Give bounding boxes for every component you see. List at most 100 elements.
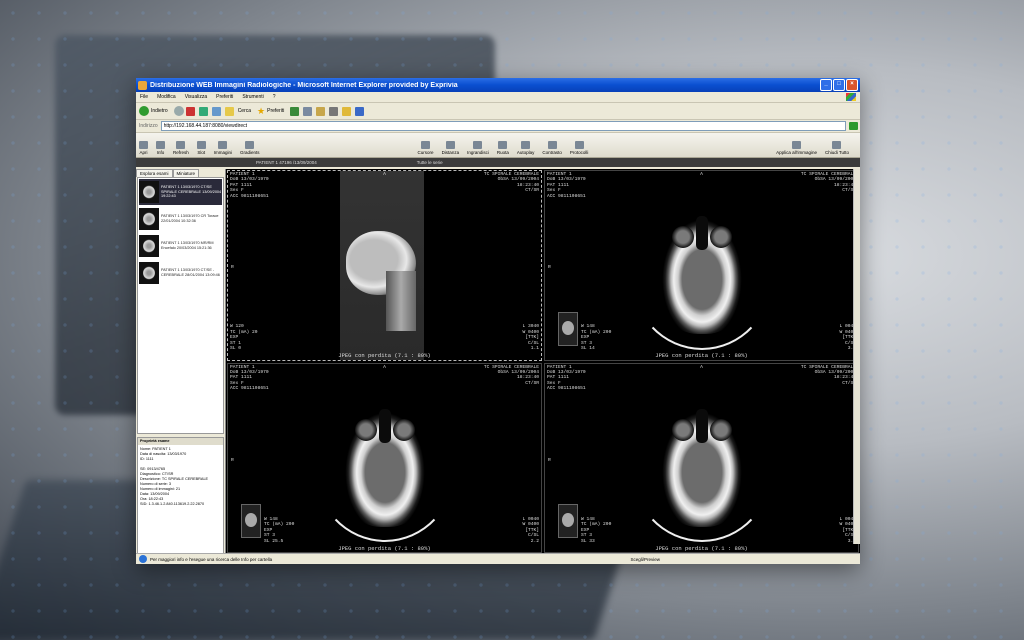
- images-icon: [218, 141, 228, 149]
- layout-icon: [196, 141, 206, 149]
- viewport-info-br: L 3040 W 0400 [TTK] C/SL 1.1: [522, 324, 539, 352]
- favorites-button[interactable]: ★ Preferiti: [257, 106, 284, 117]
- media-icon[interactable]: [290, 106, 300, 116]
- orientation-left: R: [231, 265, 234, 271]
- menu-tools[interactable]: Strumenti: [242, 94, 263, 100]
- minimize-button[interactable]: _: [820, 79, 832, 91]
- status-bar: Per maggiori info e l'esegue una ricerca…: [136, 553, 860, 564]
- forward-button[interactable]: [173, 106, 184, 116]
- status-zone: Scegli/Preview: [630, 556, 660, 562]
- thumbnail-image: [139, 208, 159, 230]
- series-all-label[interactable]: Tutte le serie: [417, 160, 443, 165]
- menu-file[interactable]: File: [140, 94, 148, 100]
- messenger-icon[interactable]: [355, 106, 365, 116]
- play-icon: [521, 141, 531, 149]
- ct-head-slice: [334, 396, 435, 527]
- tool-images[interactable]: Immagini: [214, 141, 232, 155]
- exam-properties: Proprietà esame Nome: PATIENT 1 Data di n…: [137, 437, 224, 554]
- vertical-scrollbar[interactable]: [853, 169, 860, 544]
- viewport-2[interactable]: PATIENT 1 DoB 13/03/1970 PAT 1111 Sex F ACC …: [544, 170, 859, 361]
- series-strip: PATIENT 1 47196 /13/09/2004 Tutte le ser…: [136, 158, 860, 167]
- stop-icon[interactable]: [185, 106, 195, 116]
- close-button[interactable]: ×: [846, 79, 858, 91]
- thumbnail-item[interactable]: PATIENT 1 13/03/1970 CT/SE SPIRALE CEREB…: [139, 179, 222, 205]
- tool-slot[interactable]: Slot: [196, 141, 206, 155]
- address-input[interactable]: [160, 121, 846, 131]
- window-title: Distribuzione WEB Immagini Radiologiche …: [150, 81, 458, 89]
- viewer-toolbar: Apri Info Refresh Slot Immagini Gradient…: [136, 133, 860, 158]
- ie-icon: [139, 555, 147, 563]
- address-bar: Indirizzo: [136, 120, 860, 133]
- menu-favorites[interactable]: Preferiti: [216, 94, 233, 100]
- viewport-4[interactable]: PATIENT 1 DoB 13/03/1970 PAT 1111 Sex F ACC …: [544, 362, 859, 553]
- ct-head-slice: [651, 204, 752, 335]
- search-button[interactable]: Cerca: [224, 106, 252, 116]
- tool-open[interactable]: Apri: [139, 141, 148, 155]
- tool-contrast[interactable]: Contrasto: [542, 141, 562, 155]
- thumbnail-image: [139, 181, 159, 203]
- compression-label: JPEG con perdita (7.1 : 80%): [338, 352, 431, 360]
- home-icon[interactable]: [211, 106, 221, 116]
- thumbnail-list: PATIENT 1 13/03/1970 CT/SE SPIRALE CEREB…: [137, 177, 224, 434]
- folder-icon[interactable]: [342, 106, 352, 116]
- tab-thumbnails[interactable]: Miniature: [172, 169, 200, 177]
- tool-refresh[interactable]: Refresh: [173, 141, 189, 155]
- ct-head-slice: [651, 396, 752, 527]
- scout-thumbnail: [558, 311, 578, 346]
- thumbnail-image: [139, 235, 159, 257]
- address-label: Indirizzo: [139, 123, 158, 129]
- title-bar: Distribuzione WEB Immagini Radiologiche …: [136, 78, 860, 92]
- windows-logo-icon: [846, 93, 856, 101]
- scout-thumbnail: [241, 504, 261, 538]
- tab-explore[interactable]: Esplora esami: [136, 169, 173, 177]
- menu-help[interactable]: ?: [273, 94, 276, 100]
- open-icon: [139, 141, 148, 149]
- properties-title: Proprietà esame: [138, 438, 223, 445]
- search-label: Cerca: [237, 108, 252, 114]
- viewport-grid: PATIENT 1 DoB 13/03/1970 PAT 1111 Sex F ACC …: [226, 169, 860, 554]
- back-button[interactable]: Indietro: [139, 106, 168, 116]
- menu-edit[interactable]: Modifica: [157, 94, 176, 100]
- thumbnail-item[interactable]: PATIENT 1 13/03/1970 MR/RM Encefalo 20/0…: [139, 233, 222, 259]
- print-icon[interactable]: [329, 106, 339, 116]
- mail-icon[interactable]: [316, 106, 326, 116]
- thumbnail-item[interactable]: PATIENT 1 13/03/1970 CT/SE - CEREBRALE 2…: [139, 260, 222, 286]
- viewport-1[interactable]: PATIENT 1 DoB 13/03/1970 PAT 1111 Sex F ACC …: [227, 170, 542, 361]
- history-icon[interactable]: [303, 106, 313, 116]
- tool-protocols[interactable]: Protocolli: [570, 141, 588, 155]
- cursor-icon: [421, 141, 431, 149]
- tool-cursor[interactable]: Cursore: [418, 141, 434, 155]
- viewport-info-bl: W 120 TC (mA) 20 EXP ST 1 SL 0: [230, 324, 258, 352]
- tool-distance[interactable]: Distanza: [442, 141, 459, 155]
- refresh-icon[interactable]: [198, 106, 208, 116]
- viewport-3[interactable]: PATIENT 1 DoB 13/03/1970 PAT 1111 Sex F ACC …: [227, 362, 542, 553]
- thumbnail-item[interactable]: PATIENT 1 13/03/1970 CR Torace 22/01/200…: [139, 206, 222, 232]
- navigation-toolbar: Indietro Cerca ★ Preferiti: [136, 103, 860, 120]
- orientation-top: A: [383, 172, 386, 177]
- xray-scout-image: [340, 171, 424, 360]
- thumbnail-image: [139, 262, 159, 284]
- refresh-icon: [176, 141, 186, 149]
- tool-close-all[interactable]: Chiudi Tutto: [825, 141, 849, 155]
- scout-thumbnail: [558, 504, 578, 538]
- tool-info[interactable]: Info: [156, 141, 165, 155]
- contrast-icon: [547, 141, 557, 149]
- tool-rotate[interactable]: Ruota: [497, 141, 509, 155]
- rotate-icon: [498, 141, 508, 149]
- protocol-icon: [574, 141, 584, 149]
- maximize-button[interactable]: □: [833, 79, 845, 91]
- browser-window: Distribuzione WEB Immagini Radiologiche …: [136, 78, 860, 564]
- tool-zoom[interactable]: Ingrandisci: [467, 141, 489, 155]
- tool-apply-image[interactable]: Applica all'immagine: [776, 141, 817, 155]
- viewer-main: Esplora esami Miniature PATIENT 1 13/03/…: [136, 169, 860, 554]
- back-label: Indietro: [151, 108, 168, 114]
- back-arrow-icon: [139, 106, 149, 116]
- menu-bar: File Modifica Visualizza Preferiti Strum…: [136, 92, 860, 103]
- tool-gradients[interactable]: Gradients: [240, 141, 260, 155]
- tool-autoplay[interactable]: Autoplay: [517, 141, 534, 155]
- app-icon: [138, 80, 147, 90]
- close-all-icon: [832, 141, 842, 149]
- menu-view[interactable]: Visualizza: [185, 94, 207, 100]
- go-button[interactable]: [849, 122, 858, 130]
- search-icon: [224, 106, 234, 116]
